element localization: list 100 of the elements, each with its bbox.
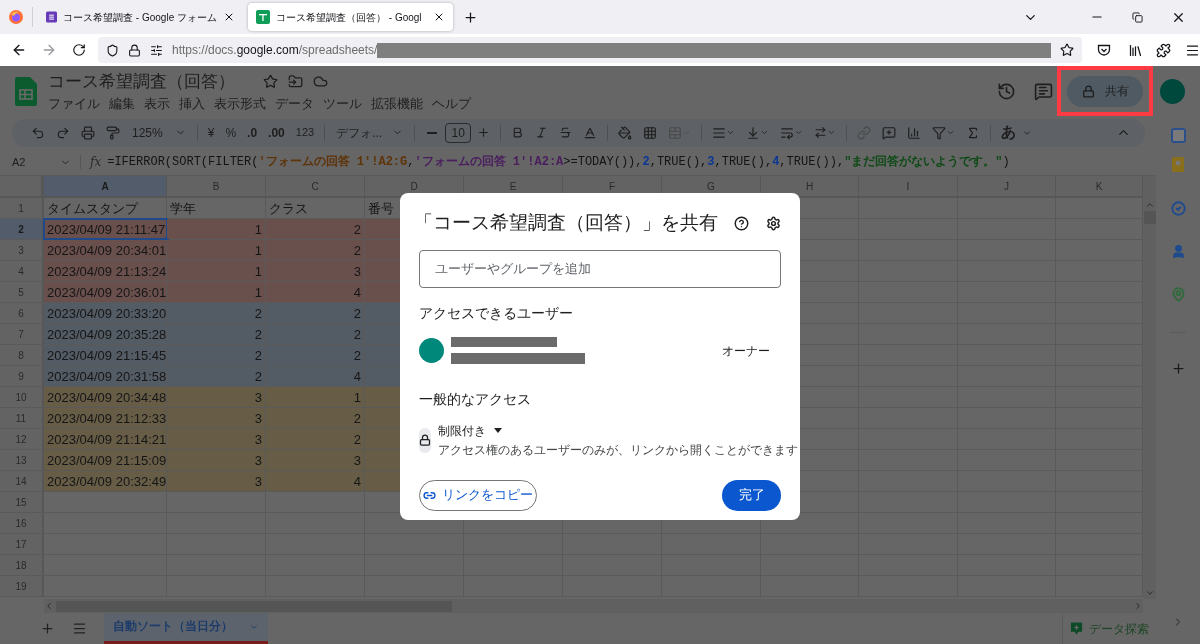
library-icon[interactable]: [1128, 42, 1143, 58]
table-cell: 3: [266, 450, 365, 471]
sheet-tab[interactable]: 自動ソート（当日分）: [104, 613, 268, 644]
filter-icon: [932, 125, 947, 140]
menu-item[interactable]: 編集: [105, 94, 139, 114]
table-cell: 2023/04/09 21:12:33: [44, 408, 167, 429]
section-heading: アクセスできるユーザー: [419, 305, 574, 323]
done-button[interactable]: 完了: [722, 479, 781, 511]
table-cell: 2023/04/09 20:35:28: [44, 324, 167, 345]
table-cell: 3: [167, 429, 266, 450]
restore-icon[interactable]: [1132, 11, 1143, 23]
undo-icon: [31, 125, 45, 140]
menu-item[interactable]: 拡張機能: [367, 94, 427, 114]
add-people-field[interactable]: ユーザーやグループを追加: [419, 250, 781, 288]
table-cell: 2: [266, 240, 365, 261]
redo-icon: [56, 125, 70, 140]
formula-field[interactable]: =IFERROR(SORT(FILTER('フォームの回答 1'!A2:G,'フォームの回答 1'!A2:A>=TODAY()),2,TRUE(),3,TRUE(),4,TRUE()),"まだ回答がないようです。"): [107, 153, 1010, 172]
scroll-right-icon[interactable]: [1133, 601, 1143, 612]
table-cell: 2: [266, 408, 365, 429]
firefox-icon[interactable]: [9, 10, 23, 24]
menu-item[interactable]: ファイル: [44, 94, 104, 114]
percent-button[interactable]: %: [220, 120, 242, 145]
move-folder-icon[interactable]: [288, 74, 303, 90]
table-cell: 4: [266, 366, 365, 387]
table-cell: 2: [266, 345, 365, 366]
explore-button[interactable]: データ探索: [1062, 613, 1156, 644]
table-cell: 2: [266, 303, 365, 324]
add-sheet-icon[interactable]: [40, 621, 55, 636]
sheets-icon: [256, 10, 270, 24]
table-cell: 2: [167, 366, 266, 387]
comments-icon[interactable]: [1034, 81, 1053, 101]
avatar[interactable]: [1160, 78, 1185, 104]
menu-item[interactable]: 表示: [140, 94, 174, 114]
close-icon[interactable]: [433, 11, 445, 23]
access-dropdown[interactable]: 制限付き: [438, 421, 798, 440]
pocket-icon[interactable]: [1097, 43, 1112, 57]
link-icon: [857, 125, 872, 140]
caret-icon: [494, 428, 502, 433]
function-label: fx: [90, 154, 102, 172]
bookmark-star-icon[interactable]: [1060, 43, 1075, 57]
column-header[interactable]: B: [167, 176, 266, 197]
document-title[interactable]: コース希望調査（回答）: [48, 68, 235, 95]
row-header[interactable]: 2: [0, 219, 44, 240]
table-cell: 2: [167, 345, 266, 366]
horizontal-scrollbar[interactable]: [44, 599, 1143, 613]
settings-icon[interactable]: [766, 215, 781, 231]
browser-tab[interactable]: コース希望調査 - Google フォーム: [38, 3, 243, 31]
table-cell: 2023/04/09 20:34:48: [44, 387, 167, 408]
menu-icon[interactable]: [1185, 42, 1200, 58]
forward-icon[interactable]: [41, 42, 57, 58]
close-icon[interactable]: [223, 11, 235, 23]
browser-tab[interactable]: コース希望調査（回答） - Googl: [248, 3, 453, 31]
table-cell: 2023/04/09 21:14:21: [44, 429, 167, 450]
cloud-icon[interactable]: [313, 74, 328, 90]
menu-item[interactable]: 表示形式: [210, 94, 270, 114]
table-cell: 4: [266, 471, 365, 492]
comment-icon: [882, 125, 897, 140]
table-cell: 2023/04/09 20:31:58: [44, 366, 167, 387]
decrease-decimals-button[interactable]: .0: [242, 120, 263, 145]
avatar: [419, 338, 444, 364]
version-history-icon[interactable]: [997, 81, 1016, 101]
scroll-left-icon[interactable]: [44, 601, 54, 612]
sheets-logo[interactable]: [15, 76, 37, 106]
help-icon[interactable]: [734, 215, 749, 231]
table-cell: 2023/04/09 21:15:45: [44, 345, 167, 366]
explore-icon: [1070, 621, 1083, 636]
table-cell: 2023/04/09 20:32:49: [44, 471, 167, 492]
input-tools-button[interactable]: あ: [996, 121, 1038, 144]
chart-icon: [907, 125, 922, 140]
shield-icon[interactable]: [105, 43, 119, 57]
borders-icon: [643, 125, 658, 140]
tasks-icon[interactable]: [1170, 201, 1186, 216]
menu-item[interactable]: ヘルプ: [428, 94, 475, 114]
lock-icon: [419, 434, 431, 447]
address-bar[interactable]: https://docs.google.com/spreadsheets/: [97, 37, 1083, 63]
add-app-icon[interactable]: [1170, 361, 1186, 376]
back-icon[interactable]: [11, 42, 27, 58]
lock-icon[interactable]: [127, 43, 141, 57]
column-header[interactable]: A: [44, 176, 167, 197]
font-size-field[interactable]: 10: [445, 122, 472, 143]
star-icon[interactable]: [263, 74, 278, 90]
zoom-dropdown[interactable]: 125%: [126, 123, 192, 142]
vertical-scrollbar[interactable]: [1143, 176, 1156, 600]
share-button[interactable]: 共有: [1067, 75, 1143, 107]
all-sheets-icon[interactable]: [72, 621, 87, 636]
currency-button[interactable]: ¥: [202, 120, 220, 145]
permissions-icon[interactable]: [149, 43, 163, 57]
reload-icon[interactable]: [71, 43, 86, 57]
new-tab-icon[interactable]: [463, 9, 478, 25]
contacts-icon[interactable]: [1170, 244, 1186, 259]
increase-decimals-button[interactable]: .00: [263, 120, 290, 145]
scrollbar-thumb[interactable]: [56, 600, 452, 612]
print-icon: [81, 125, 95, 140]
extensions-icon[interactable]: [1156, 42, 1171, 58]
menu-item[interactable]: 挿入: [175, 94, 209, 114]
name-box[interactable]: A2: [12, 154, 60, 171]
number-format-button[interactable]: 123: [290, 120, 320, 145]
calendar-icon[interactable]: [1170, 128, 1186, 143]
lock-icon: [1081, 84, 1095, 98]
table-cell: 1: [266, 387, 365, 408]
